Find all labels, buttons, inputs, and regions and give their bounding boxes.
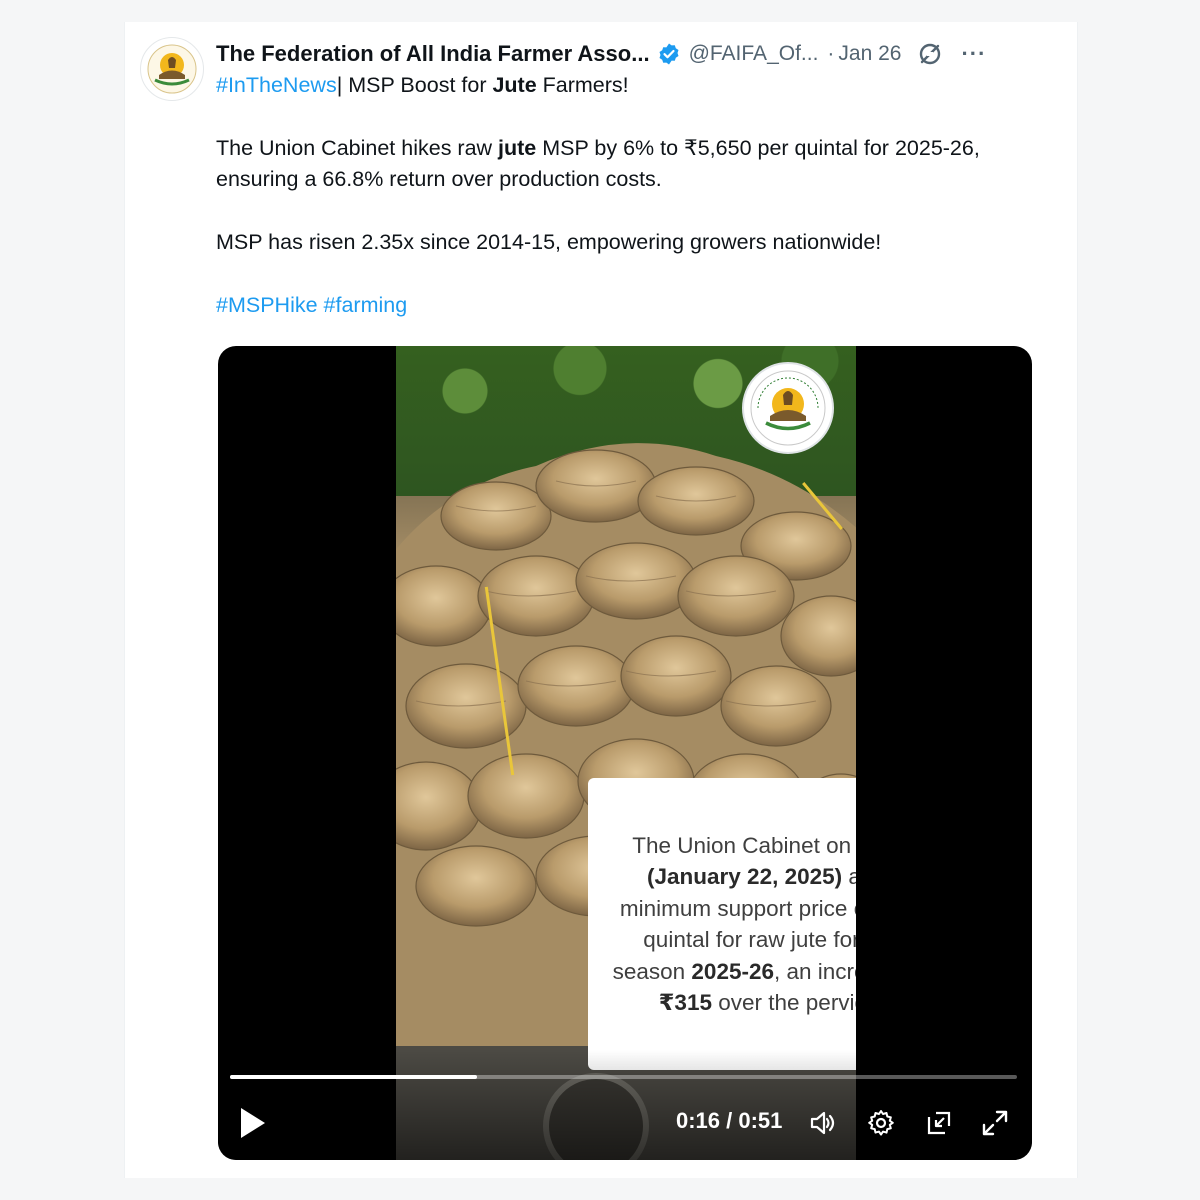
caption-bold-fragment: 2025-26 [691, 958, 774, 984]
post-date[interactable]: Jan 26 [838, 42, 901, 66]
account-handle[interactable]: @FAIFA_Of... [689, 42, 819, 66]
post-paragraph-2: The Union Cabinet hikes raw jute MSP by … [216, 133, 1016, 195]
video-progress-bar[interactable] [230, 1075, 1017, 1079]
volume-icon[interactable] [808, 1108, 838, 1138]
caption-fragment: The Union Cabinet on Wednesday [632, 832, 856, 858]
video-frame[interactable]: The Union Cabinet on Wednesday (January … [396, 346, 856, 1160]
separator-dot: · [827, 42, 835, 65]
caption-fragment: over the pervious MSP. [718, 990, 856, 1015]
text-fragment: The Union Cabinet hikes raw [216, 136, 499, 160]
caption-fragment: , an increase of [774, 958, 856, 984]
video-progress-fill [230, 1075, 477, 1079]
hashtag-msphike[interactable]: #MSPHike [216, 293, 318, 317]
grok-icon[interactable] [917, 41, 943, 67]
post-line-1: #InTheNews| MSP Boost for Jute Farmers! [216, 70, 1016, 101]
video-time-display: 0:16 / 0:51 [676, 1108, 783, 1133]
text-fragment: | MSP Boost for [336, 73, 493, 97]
faifa-logo-icon [750, 370, 826, 446]
video-caption-overlay: The Union Cabinet on Wednesday (January … [588, 778, 856, 1070]
settings-icon[interactable] [866, 1108, 896, 1138]
text-bold-fragment: Jute [492, 73, 537, 97]
video-player[interactable]: The Union Cabinet on Wednesday (January … [218, 346, 1032, 1160]
hashtag-farming[interactable]: #farming [324, 293, 408, 317]
display-name[interactable]: The Federation of All India Farmer Asso.… [216, 41, 650, 67]
caption-bold-fragment: (January 22, 2025) [647, 864, 843, 889]
video-caption-text: The Union Cabinet on Wednesday (January … [604, 830, 856, 1019]
text-bold-fragment: jute [498, 136, 537, 160]
post-text: #InTheNews| MSP Boost for Jute Farmers! … [216, 70, 1016, 321]
faifa-logo-icon [143, 40, 201, 98]
hashtag-inthenews[interactable]: #InTheNews [216, 73, 337, 97]
post-hashtags: #MSPHike #farming [216, 290, 1016, 321]
more-options-icon[interactable]: ··· [961, 41, 986, 67]
text-fragment: Farmers! [536, 73, 629, 97]
account-avatar[interactable] [140, 37, 204, 101]
faifa-watermark-logo [742, 362, 834, 454]
fullscreen-icon[interactable] [980, 1108, 1010, 1138]
picture-in-picture-icon[interactable] [924, 1108, 954, 1138]
post-header: The Federation of All India Farmer Asso.… [216, 36, 1036, 72]
controls-gradient [218, 1050, 1032, 1160]
post-paragraph-3: MSP has risen 2.35x since 2014-15, empow… [216, 230, 882, 254]
play-icon[interactable] [238, 1106, 268, 1140]
verified-badge-icon [657, 42, 681, 66]
